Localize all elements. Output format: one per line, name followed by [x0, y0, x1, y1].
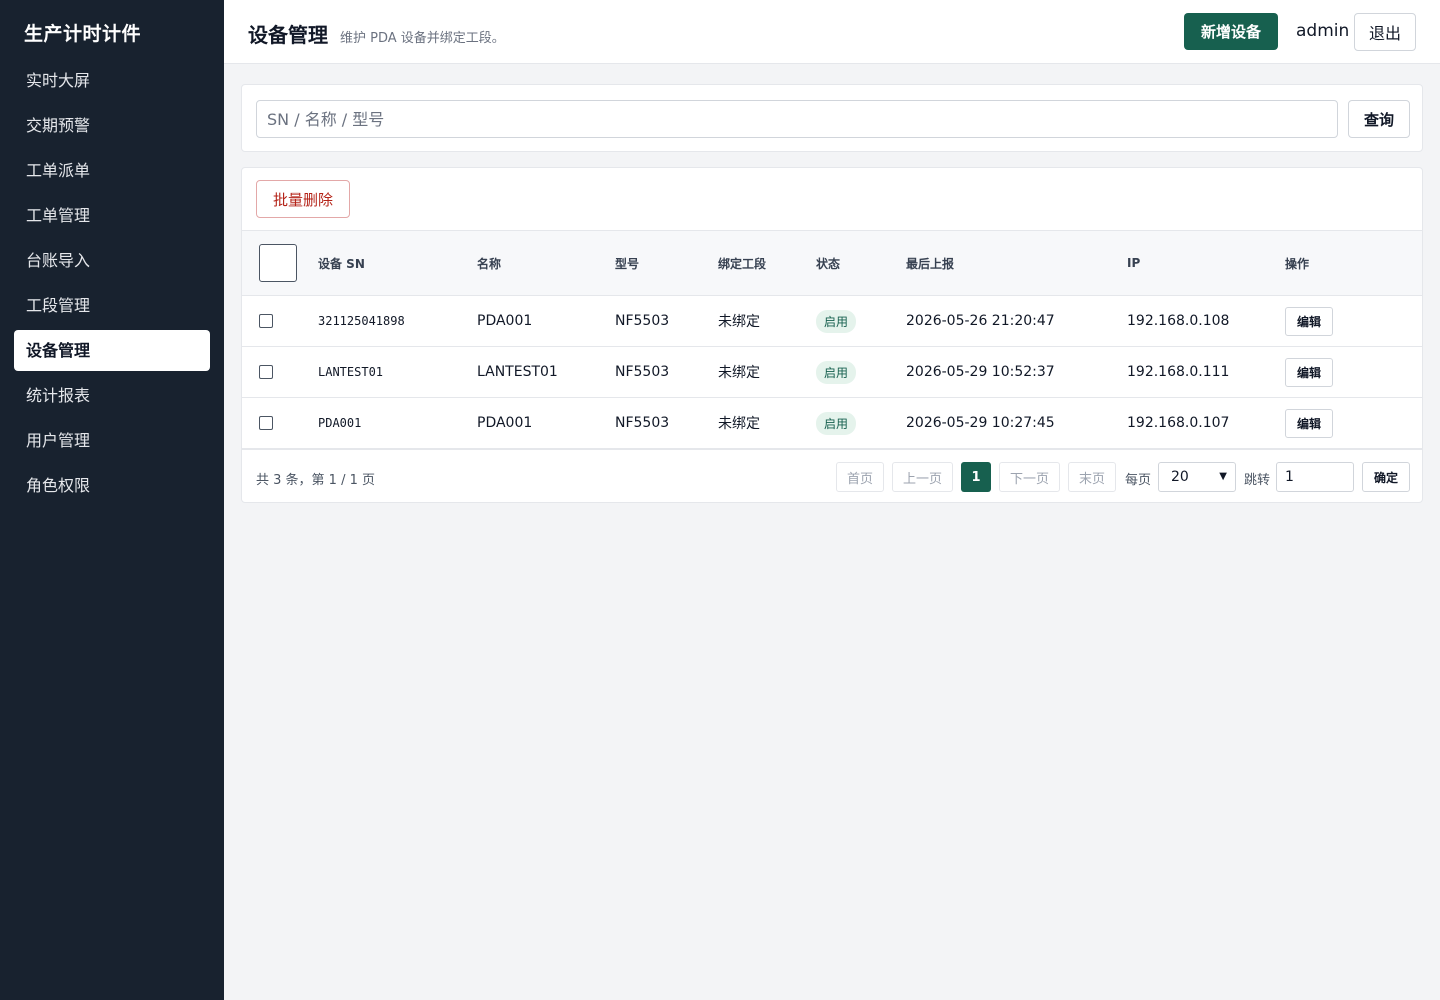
current-page-button[interactable]: 1	[961, 462, 991, 492]
edit-button[interactable]: 编辑	[1285, 408, 1333, 438]
per-page-label: 每页	[1125, 473, 1152, 488]
cell-last-report: 2026-05-26 21:20:47	[906, 313, 1055, 329]
pagination-bar: 共 3 条，第 1 / 1 页 首页 上一页 1 下一页 末页 每页 20 ▼ …	[242, 449, 1422, 502]
status-badge: 启用	[816, 360, 857, 384]
status-badge: 启用	[816, 309, 857, 333]
sidebar: 生产计时计件 实时大屏 交期预警 工单派单 工单管理 台账导入 工段管理 设备管…	[0, 0, 224, 1000]
cell-binding: 未绑定	[718, 365, 760, 381]
app-brand: 生产计时计件	[24, 23, 142, 45]
chevron-down-icon: ▼	[1219, 471, 1227, 482]
sidebar-item-delivery-alert[interactable]: 交期预警	[14, 105, 210, 146]
row-checkbox[interactable]	[259, 314, 273, 328]
logout-button[interactable]: 退出	[1354, 13, 1416, 51]
cell-model: NF5503	[615, 364, 670, 380]
cell-name: PDA001	[477, 313, 533, 329]
column-header-ip: IP	[1127, 230, 1285, 296]
cell-binding: 未绑定	[718, 416, 760, 432]
device-table: 设备 SN 名称 型号 绑定工段 状态 最后上报 IP 操作 321125041…	[242, 230, 1422, 449]
column-header-name: 名称	[477, 230, 615, 296]
cell-status: 启用	[816, 347, 906, 398]
cell-ip: 192.168.0.107	[1127, 415, 1230, 431]
cell-actions: 编辑	[1285, 398, 1422, 449]
column-header-last-report: 最后上报	[906, 230, 1127, 296]
row-select-cell	[242, 347, 318, 398]
edit-button[interactable]: 编辑	[1285, 306, 1333, 336]
sidebar-item-role-permissions[interactable]: 角色权限	[14, 465, 210, 506]
cell-ip: 192.168.0.111	[1127, 364, 1230, 380]
cell-ip: 192.168.0.108	[1127, 313, 1230, 329]
column-header-binding: 绑定工段	[718, 230, 816, 296]
jump-label: 跳转	[1244, 473, 1271, 488]
sidebar-item-device-management[interactable]: 设备管理	[14, 330, 210, 371]
column-header-actions: 操作	[1285, 230, 1422, 296]
per-page-value: 20	[1171, 469, 1189, 485]
table-row: 321125041898 PDA001 NF5503 未绑定 启用 2026-0…	[242, 296, 1422, 347]
cell-model: NF5503	[615, 415, 670, 431]
pagination-summary: 共 3 条，第 1 / 1 页	[256, 473, 375, 488]
table-header-row: 设备 SN 名称 型号 绑定工段 状态 最后上报 IP 操作	[242, 230, 1422, 296]
last-page-button[interactable]: 末页	[1068, 462, 1116, 492]
add-device-button[interactable]: 新增设备	[1184, 13, 1278, 50]
per-page-select[interactable]: 20 ▼	[1158, 462, 1236, 492]
row-select-cell	[242, 398, 318, 449]
column-header-sn: 设备 SN	[318, 230, 477, 296]
cell-name: LANTEST01	[477, 364, 558, 380]
cell-sn: 321125041898	[318, 314, 405, 328]
edit-button[interactable]: 编辑	[1285, 357, 1333, 387]
status-badge: 启用	[816, 411, 857, 435]
jump-page-input[interactable]	[1276, 462, 1354, 492]
prev-page-button[interactable]: 上一页	[892, 462, 953, 492]
row-checkbox[interactable]	[259, 416, 273, 430]
table-row: LANTEST01 LANTEST01 NF5503 未绑定 启用 2026-0…	[242, 347, 1422, 398]
page-title: 设备管理	[248, 23, 328, 47]
cell-binding: 未绑定	[718, 314, 760, 330]
cell-actions: 编辑	[1285, 296, 1422, 347]
device-table-panel: 批量删除 设备 SN 名称 型号 绑定工段 状态 最后上报 IP 操作 3211…	[241, 167, 1423, 503]
row-checkbox[interactable]	[259, 365, 273, 379]
cell-name: PDA001	[477, 415, 533, 431]
search-input[interactable]	[256, 100, 1338, 138]
sidebar-item-ledger-import[interactable]: 台账导入	[14, 240, 210, 281]
cell-status: 启用	[816, 398, 906, 449]
cell-last-report: 2026-05-29 10:52:37	[906, 364, 1055, 380]
jump-confirm-button[interactable]: 确定	[1362, 462, 1410, 492]
next-page-button[interactable]: 下一页	[999, 462, 1060, 492]
row-select-cell	[242, 296, 318, 347]
sidebar-item-statistics-report[interactable]: 统计报表	[14, 375, 210, 416]
column-header-model: 型号	[615, 230, 718, 296]
select-all-checkbox[interactable]	[259, 244, 297, 282]
column-header-status: 状态	[816, 230, 906, 296]
table-row: PDA001 PDA001 NF5503 未绑定 启用 2026-05-29 1…	[242, 398, 1422, 449]
page-subtitle: 维护 PDA 设备并绑定工段。	[340, 31, 505, 46]
search-panel: 查询	[241, 84, 1423, 152]
sidebar-item-user-management[interactable]: 用户管理	[14, 420, 210, 461]
first-page-button[interactable]: 首页	[836, 462, 884, 492]
page-header: 设备管理 维护 PDA 设备并绑定工段。 新增设备 admin 退出	[224, 0, 1440, 64]
sidebar-item-work-order-dispatch[interactable]: 工单派单	[14, 150, 210, 191]
cell-sn: PDA001	[318, 416, 362, 430]
sidebar-item-section-management[interactable]: 工段管理	[14, 285, 210, 326]
cell-sn: LANTEST01	[318, 365, 384, 379]
cell-status: 启用	[816, 296, 906, 347]
select-all-cell	[242, 230, 318, 296]
sidebar-item-work-order-management[interactable]: 工单管理	[14, 195, 210, 236]
sidebar-nav: 实时大屏 交期预警 工单派单 工单管理 台账导入 工段管理 设备管理 统计报表 …	[14, 60, 210, 510]
query-button[interactable]: 查询	[1348, 100, 1410, 138]
sidebar-item-realtime-screen[interactable]: 实时大屏	[14, 60, 210, 101]
current-user: admin	[1296, 21, 1350, 41]
cell-actions: 编辑	[1285, 347, 1422, 398]
cell-model: NF5503	[615, 313, 670, 329]
batch-delete-button[interactable]: 批量删除	[256, 180, 350, 218]
cell-last-report: 2026-05-29 10:27:45	[906, 415, 1055, 431]
